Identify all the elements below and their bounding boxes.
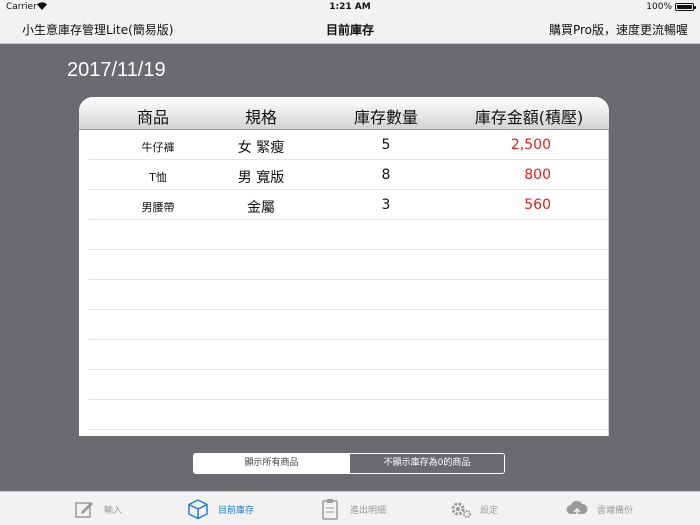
- gear-icon: [448, 497, 472, 521]
- battery-icon: [675, 3, 696, 11]
- buy-pro-link[interactable]: 購買Pro版，速度更流暢喔: [549, 21, 688, 38]
- segment-hide-zero-stock[interactable]: 不顯示庫存為0的商品: [349, 454, 504, 473]
- box-icon: [186, 497, 210, 521]
- empty-row: [89, 310, 609, 340]
- filter-segmented-control: 顯示所有商品 不顯示庫存為0的商品: [193, 453, 505, 474]
- empty-row: [89, 400, 609, 430]
- status-time: 1:21 AM: [329, 2, 371, 12]
- table-header: 商品 規格 庫存數量 庫存金額(積壓): [79, 97, 609, 130]
- navigation-bar: 小生意庫存管理Lite(簡易版) 目前庫存 購買Pro版，速度更流暢喔: [0, 14, 700, 44]
- tab-input[interactable]: 輸入: [72, 496, 122, 522]
- cell-value: 800: [524, 167, 551, 183]
- cell-spec: 男 寬版: [237, 170, 285, 186]
- segment-show-all[interactable]: 顯示所有商品: [194, 454, 349, 473]
- tab-bar: 輸入 目前庫存 進出明細 設定 雲端備份: [0, 491, 700, 525]
- header-quantity: 庫存數量: [353, 108, 418, 127]
- cell-quantity: 8: [381, 167, 391, 183]
- table-body[interactable]: 牛仔褲 女 緊瘦 5 2,500 T恤 男 寬版 8 800 男腰帶 金屬 3 …: [89, 130, 609, 430]
- cell-value: 2,500: [510, 137, 551, 153]
- clipboard-icon: [318, 497, 342, 521]
- inventory-table: 商品 規格 庫存數量 庫存金額(積壓) 牛仔褲 女 緊瘦 5 2,500 T恤 …: [79, 97, 609, 436]
- tab-label: 進出明細: [350, 505, 387, 516]
- tab-transactions[interactable]: 進出明細: [318, 496, 386, 522]
- tab-current-stock[interactable]: 目前庫存: [186, 496, 254, 522]
- inventory-date: 2017/11/19: [67, 59, 166, 81]
- tab-label: 雲端備份: [597, 505, 634, 516]
- table-divider: [608, 130, 609, 436]
- empty-row: [89, 340, 609, 370]
- tab-label: 目前庫存: [218, 505, 255, 516]
- tab-label: 設定: [480, 505, 499, 516]
- tab-cloud-backup[interactable]: 雲端備份: [565, 496, 633, 522]
- header-spec: 規格: [244, 108, 277, 127]
- header-value: 庫存金額(積壓): [474, 108, 584, 127]
- edit-icon: [72, 497, 96, 521]
- cell-quantity: 5: [381, 137, 391, 153]
- cloud-icon: [565, 497, 589, 521]
- status-bar: Carrier 1:21 AM 100%: [0, 0, 700, 14]
- empty-row: [89, 280, 609, 310]
- empty-row: [89, 370, 609, 400]
- table-row[interactable]: 男腰帶 金屬 3 560: [89, 190, 609, 220]
- empty-row: [89, 250, 609, 280]
- cell-quantity: 3: [381, 197, 391, 213]
- empty-row: [89, 220, 609, 250]
- table-row[interactable]: T恤 男 寬版 8 800: [89, 160, 609, 190]
- cell-spec: 女 緊瘦: [237, 140, 285, 156]
- table-row[interactable]: 牛仔褲 女 緊瘦 5 2,500: [89, 130, 609, 160]
- tab-label: 輸入: [104, 505, 123, 516]
- battery-percent: 100%: [646, 2, 672, 12]
- cell-spec: 金屬: [247, 200, 275, 216]
- cell-value: 560: [524, 197, 551, 213]
- tab-settings[interactable]: 設定: [448, 496, 498, 522]
